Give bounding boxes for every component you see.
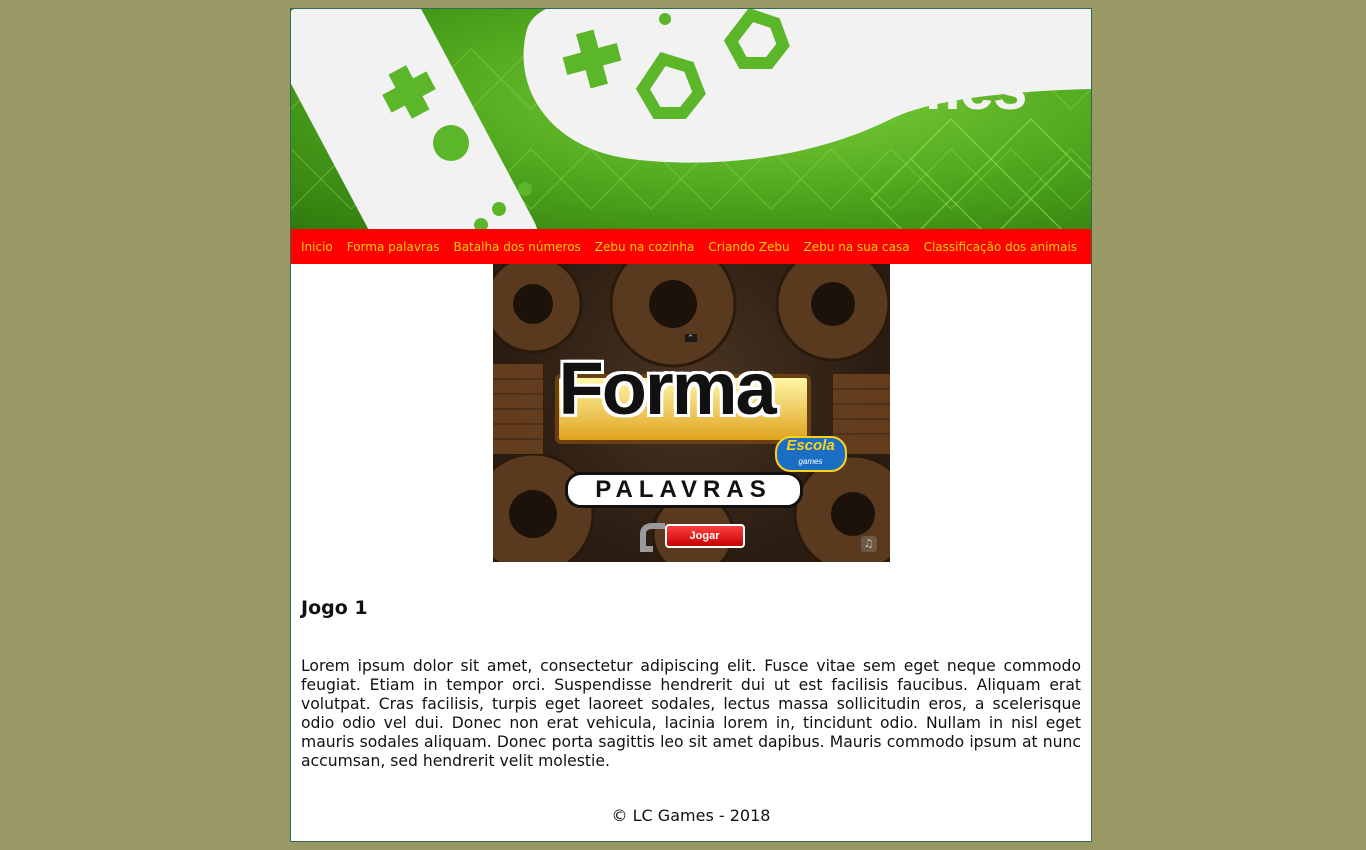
page-container: games Inicio Forma palavras Batalha dos … (290, 8, 1092, 842)
badge-title: Escola (786, 437, 835, 454)
banner-title: games (835, 54, 1027, 123)
nav-link-zebu-na-cozinha[interactable]: Zebu na cozinha (595, 240, 695, 254)
article-body: Lorem ipsum dolor sit amet, consectetur … (301, 657, 1081, 770)
collapse-arrow-icon[interactable]: ^ (684, 334, 697, 342)
article-heading: Jogo 1 (301, 597, 368, 619)
badge-subtitle: games (798, 457, 823, 466)
nav-link-criando-zebu[interactable]: Criando Zebu (708, 240, 789, 254)
escola-games-badge: Escola games (774, 436, 847, 472)
game-screenshot[interactable]: ^ Forma Escola games PALAVRAS Jogar ♫ (492, 264, 890, 562)
nav-link-classificacao-dos-animais[interactable]: Classificação dos animais (924, 240, 1077, 254)
footer-copyright: © LC Games - 2018 (611, 806, 771, 825)
play-button[interactable]: Jogar (664, 524, 745, 548)
game-screenshot-wrapper: ^ Forma Escola games PALAVRAS Jogar ♫ (291, 264, 1091, 562)
nav-link-batalha-dos-numeros[interactable]: Batalha dos números (453, 240, 580, 254)
music-note-icon[interactable]: ♫ (860, 536, 877, 552)
game-logo-text: Forma (558, 347, 777, 430)
nav-link-inicio[interactable]: Inicio (301, 240, 333, 254)
game-subtitle: PALAVRAS (564, 472, 803, 508)
main-navigation: Inicio Forma palavras Batalha dos número… (291, 229, 1091, 264)
nav-link-forma-palavras[interactable]: Forma palavras (347, 240, 440, 254)
nav-link-zebu-na-sua-casa[interactable]: Zebu na sua casa (804, 240, 910, 254)
header-banner: games (291, 9, 1091, 229)
